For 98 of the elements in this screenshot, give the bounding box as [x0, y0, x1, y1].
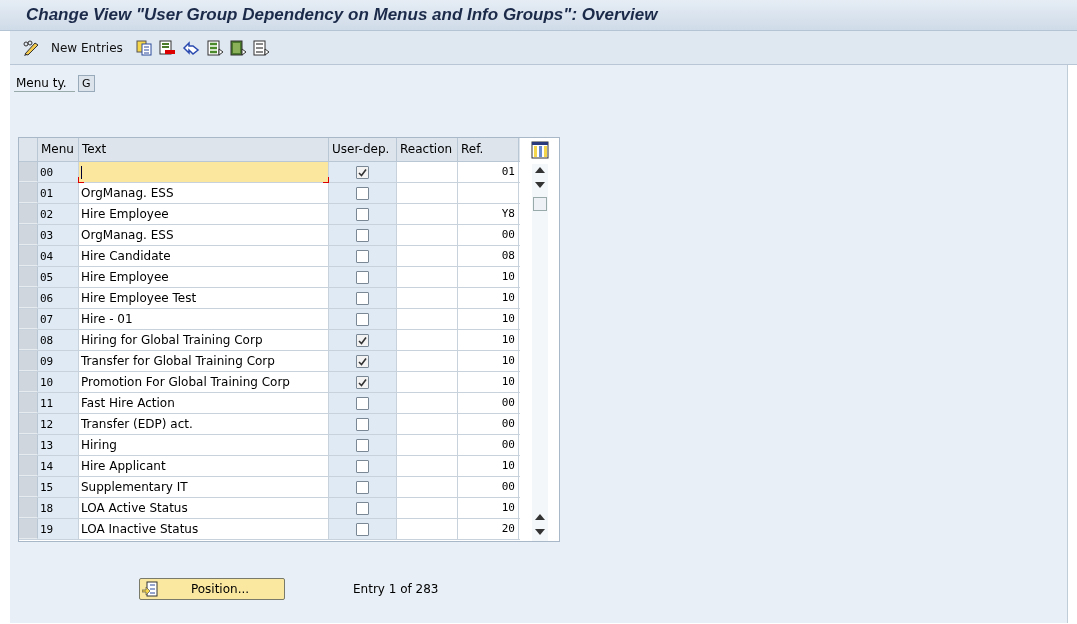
text-input[interactable]: Transfer (EDP) act. [79, 414, 329, 434]
deselect-all-icon[interactable] [252, 39, 269, 56]
row-selector[interactable] [19, 456, 38, 476]
text-input[interactable]: Hire Employee Test [79, 288, 329, 308]
row-selector[interactable] [19, 183, 38, 203]
text-input[interactable]: Hire Applicant [79, 456, 329, 476]
row-selector[interactable] [19, 204, 38, 224]
table-cell: 08 [38, 330, 79, 350]
position-icon [142, 581, 158, 597]
checkbox[interactable] [356, 522, 369, 536]
checkbox[interactable] [356, 186, 369, 200]
text-input[interactable]: Hiring for Global Training Corp [79, 330, 329, 350]
row-selector[interactable] [19, 414, 38, 434]
table-cell: 05 [38, 267, 79, 287]
table-cell: 06 [38, 288, 79, 308]
checkbox[interactable] [356, 228, 369, 242]
menu-type-label: Menu ty. [14, 75, 75, 92]
table-cell: 10 [38, 372, 79, 392]
text-input[interactable]: Hire Employee [79, 267, 329, 287]
text-input[interactable]: Hiring [79, 435, 329, 455]
row-selector[interactable] [19, 519, 38, 539]
checkbox[interactable] [356, 438, 369, 452]
column-header[interactable]: Ref. [458, 138, 519, 161]
checkbox[interactable] [356, 459, 369, 473]
checkbox[interactable] [356, 480, 369, 494]
position-button[interactable]: Position... [139, 578, 285, 600]
table-cell: 19 [38, 519, 79, 539]
table-cell: 14 [38, 456, 79, 476]
table-cell: 04 [38, 246, 79, 266]
checkbox[interactable] [356, 354, 369, 368]
menu-type-field[interactable]: G [78, 75, 95, 92]
table-cell: 18 [38, 498, 79, 518]
row-selector[interactable] [19, 477, 38, 497]
column-header[interactable]: Reaction [397, 138, 458, 161]
select-all-icon[interactable] [206, 39, 223, 56]
text-input[interactable]: OrgManag. ESS [79, 225, 329, 245]
text-input[interactable]: Hire Employee [79, 204, 329, 224]
row-selector[interactable] [19, 372, 38, 392]
new-entries-button[interactable]: New Entries [47, 40, 129, 55]
table-cell: 12 [38, 414, 79, 434]
table-cell: 07 [38, 309, 79, 329]
scroll-down-icon[interactable] [534, 529, 545, 535]
checkbox[interactable] [356, 333, 369, 347]
table-cell: 13 [38, 435, 79, 455]
scroll-up-icon[interactable] [534, 514, 545, 520]
column-header[interactable]: Menu [38, 138, 79, 161]
checkbox[interactable] [356, 165, 369, 179]
table-cell: 15 [38, 477, 79, 497]
table-cell: 03 [38, 225, 79, 245]
text-input[interactable]: Hire Candidate [79, 246, 329, 266]
table-cell: 09 [38, 351, 79, 371]
row-selector[interactable] [19, 246, 38, 266]
text-input[interactable]: LOA Active Status [79, 498, 329, 518]
checkbox[interactable] [356, 207, 369, 221]
text-input[interactable]: OrgManag. ESS [79, 183, 329, 203]
checkbox[interactable] [356, 291, 369, 305]
checkbox[interactable] [356, 375, 369, 389]
scrollbar[interactable] [531, 164, 548, 541]
copy-icon[interactable] [135, 39, 152, 56]
text-input[interactable]: Promotion For Global Training Corp [79, 372, 329, 392]
text-input[interactable]: Fast Hire Action [79, 393, 329, 413]
text-input[interactable]: Transfer for Global Training Corp [79, 351, 329, 371]
scroll-down-icon[interactable] [534, 182, 545, 188]
table-cell: 01 [38, 183, 79, 203]
row-selector[interactable] [19, 162, 38, 182]
scroll-up-icon[interactable] [534, 167, 545, 173]
checkbox[interactable] [356, 270, 369, 284]
window-title: Change View "User Group Dependency on Menus and Info Groups": Overview [26, 5, 658, 25]
delete-row-icon[interactable] [158, 39, 175, 56]
table-cell: 02 [38, 204, 79, 224]
pencil-icon[interactable] [22, 39, 40, 56]
checkbox[interactable] [356, 396, 369, 410]
entry-count: Entry 1 of 283 [353, 582, 439, 596]
row-selector[interactable] [19, 498, 38, 518]
table-cell: 00 [38, 162, 79, 182]
select-block-icon[interactable] [229, 39, 246, 56]
checkbox[interactable] [356, 417, 369, 431]
text-input[interactable] [79, 162, 329, 182]
row-selector[interactable] [19, 267, 38, 287]
column-header[interactable]: Text [79, 138, 329, 161]
column-header[interactable]: User-dep. [329, 138, 397, 161]
row-selector[interactable] [19, 351, 38, 371]
checkbox[interactable] [356, 249, 369, 263]
text-input[interactable]: Hire - 01 [79, 309, 329, 329]
scroll-thumb[interactable] [532, 197, 547, 211]
row-selector[interactable] [19, 393, 38, 413]
undo-icon[interactable] [181, 39, 200, 56]
row-selector[interactable] [19, 309, 38, 329]
row-selector[interactable] [19, 288, 38, 308]
column-settings-icon[interactable] [530, 141, 549, 159]
text-input[interactable]: Supplementary IT [79, 477, 329, 497]
table-cell: 11 [38, 393, 79, 413]
row-selector[interactable] [19, 330, 38, 350]
row-selector[interactable] [19, 435, 38, 455]
text-input[interactable]: LOA Inactive Status [79, 519, 329, 539]
checkbox[interactable] [356, 501, 369, 515]
row-selector[interactable] [19, 225, 38, 245]
checkbox[interactable] [356, 312, 369, 326]
